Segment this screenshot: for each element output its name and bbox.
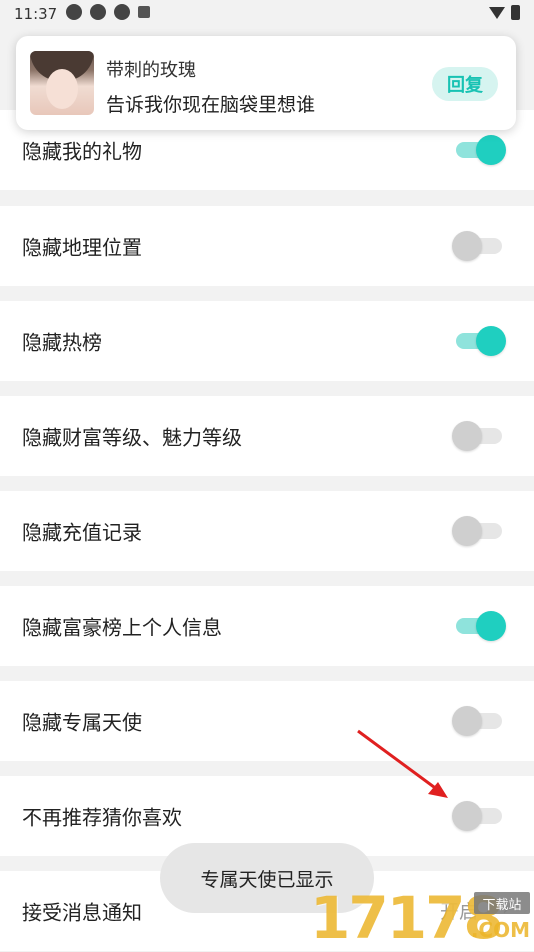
- setting-label: 隐藏专属天使: [22, 710, 142, 735]
- toggle-switch[interactable]: [452, 516, 506, 546]
- setting-row-hide-angel[interactable]: 隐藏专属天使: [0, 681, 534, 761]
- a-icon: [138, 6, 150, 18]
- battery-icon: [511, 5, 520, 20]
- status-bar: 11:37: [0, 0, 534, 28]
- setting-label: 隐藏我的礼物: [22, 139, 142, 164]
- setting-label: 接受消息通知: [22, 900, 142, 925]
- setting-label: 隐藏热榜: [22, 330, 102, 355]
- watermark-logo: 17178 下载站 .COM: [310, 880, 534, 952]
- wifi-icon: [489, 6, 505, 19]
- status-time: 11:37: [14, 5, 58, 23]
- message-notification[interactable]: 带刺的玫瑰 告诉我你现在脑袋里想谁 回复: [16, 36, 516, 130]
- setting-row-hide-hot-list[interactable]: 隐藏热榜: [0, 301, 534, 381]
- toggle-switch[interactable]: [452, 801, 506, 831]
- notification-icon: [66, 4, 82, 20]
- notification-message: 告诉我你现在脑袋里想谁: [106, 94, 316, 116]
- toggle-switch[interactable]: [452, 231, 506, 261]
- toggle-switch[interactable]: [452, 326, 506, 356]
- toggle-switch[interactable]: [452, 421, 506, 451]
- toggle-switch[interactable]: [452, 611, 506, 641]
- setting-label: 隐藏地理位置: [22, 235, 142, 260]
- setting-row-hide-recharge[interactable]: 隐藏充值记录: [0, 491, 534, 571]
- avatar: [30, 51, 94, 115]
- setting-row-hide-rich-list-info[interactable]: 隐藏富豪榜上个人信息: [0, 586, 534, 666]
- setting-label: 隐藏财富等级、魅力等级: [22, 425, 242, 450]
- status-icons: [66, 4, 150, 20]
- setting-label: 隐藏富豪榜上个人信息: [22, 615, 222, 640]
- reply-button[interactable]: 回复: [432, 67, 498, 101]
- setting-row-hide-levels[interactable]: 隐藏财富等级、魅力等级: [0, 396, 534, 476]
- setting-label: 不再推荐猜你喜欢: [22, 805, 182, 830]
- watermark-domain: .COM: [470, 918, 530, 942]
- setting-label: 隐藏充值记录: [22, 520, 142, 545]
- toggle-switch[interactable]: [452, 706, 506, 736]
- notification-sender: 带刺的玫瑰: [106, 60, 196, 81]
- notification-icon: [90, 4, 106, 20]
- toggle-switch[interactable]: [452, 135, 506, 165]
- watermark-badge: 下载站: [474, 892, 530, 914]
- setting-row-hide-location[interactable]: 隐藏地理位置: [0, 206, 534, 286]
- notification-icon: [114, 4, 130, 20]
